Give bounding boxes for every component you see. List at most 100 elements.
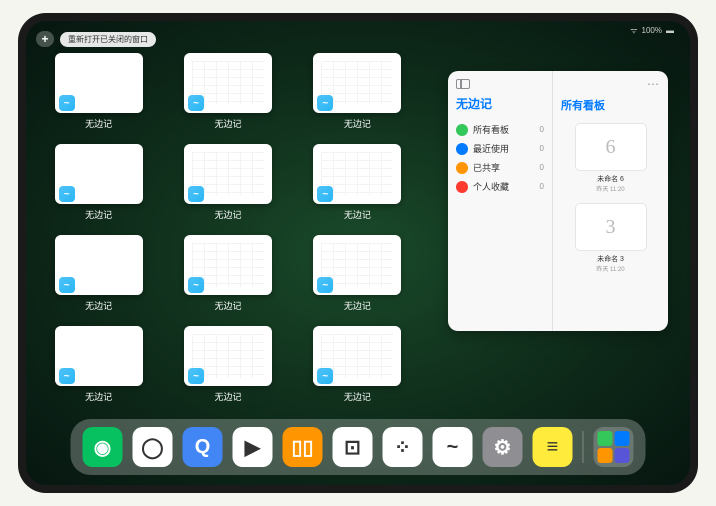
window-thumb[interactable]: 无边记 (177, 144, 278, 221)
window-preview[interactable] (184, 326, 272, 386)
category-icon (456, 143, 468, 155)
window-preview[interactable] (55, 235, 143, 295)
freeform-app-icon (188, 186, 204, 202)
freeform-app-icon (59, 186, 75, 202)
window-preview[interactable] (55, 326, 143, 386)
sidebar-item[interactable]: 最近使用 0 (456, 139, 544, 158)
battery-indicator: 100% (642, 26, 662, 35)
panel-content: 所有看板 6未命名 6昨天 11:203未命名 3昨天 11:20 (553, 71, 668, 331)
wechat-app-icon[interactable]: ◉ (83, 427, 123, 467)
reopen-window-button[interactable]: 重新打开已关闭的窗口 (60, 32, 156, 47)
category-icon (456, 162, 468, 174)
dock-divider (583, 431, 584, 463)
sidebar-toggle-icon[interactable] (456, 79, 470, 89)
board-preview: 6 (575, 123, 647, 171)
freeform-app-icon (317, 95, 333, 111)
settings-app-icon[interactable]: ⚙ (483, 427, 523, 467)
sidebar-item-label: 个人收藏 (473, 180, 509, 193)
category-icon (456, 124, 468, 136)
window-label: 无边记 (214, 390, 241, 403)
window-label: 无边记 (85, 117, 112, 130)
panel-title: 无边记 (456, 95, 544, 112)
freeform-panel[interactable]: ⋯ 无边记 所有看板0最近使用0已共享0个人收藏0 所有看板 6未命名 6昨天 … (448, 71, 668, 331)
window-preview[interactable] (313, 235, 401, 295)
app-switcher-grid: 无边记无边记无边记无边记无边记无边记无边记无边记无边记无边记无边记无边记 (48, 53, 408, 403)
board-label: 未命名 6 (561, 174, 660, 184)
sidebar-item-label: 最近使用 (473, 142, 509, 155)
window-label: 无边记 (214, 299, 241, 312)
sidebar-item[interactable]: 已共享 0 (456, 158, 544, 177)
quark-hd-app-icon[interactable]: ◯ (133, 427, 173, 467)
window-thumb[interactable]: 无边记 (177, 235, 278, 312)
play-app-icon[interactable]: ▶ (233, 427, 273, 467)
window-preview[interactable] (184, 53, 272, 113)
sidebar-item-count: 0 (540, 182, 544, 191)
board-timestamp: 昨天 11:20 (561, 264, 660, 273)
window-thumb[interactable]: 无边记 (48, 53, 149, 130)
window-preview[interactable] (313, 144, 401, 204)
window-thumb[interactable]: 无边记 (48, 144, 149, 221)
window-thumb[interactable]: 无边记 (307, 235, 408, 312)
sidebar-item-count: 0 (540, 163, 544, 172)
freeform-app-icon (59, 95, 75, 111)
window-thumb[interactable]: 无边记 (48, 326, 149, 403)
sidebar-item-count: 0 (540, 125, 544, 134)
freeform-app-icon (188, 368, 204, 384)
window-label: 无边记 (344, 299, 371, 312)
top-controls: + 重新打开已关闭的窗口 (36, 31, 156, 47)
board-item[interactable]: 3 未命名 3昨天 11:20 (561, 203, 660, 273)
window-label: 无边记 (85, 299, 112, 312)
board-preview: 3 (575, 203, 647, 251)
ipad-frame: ᯤ 100% ▬ + 重新打开已关闭的窗口 无边记无边记无边记无边记无边记无边记… (18, 13, 698, 493)
freeform-app-icon (188, 277, 204, 293)
freeform-app-icon (317, 368, 333, 384)
freeform-app-icon (188, 95, 204, 111)
add-button[interactable]: + (36, 31, 54, 47)
ipad-screen: ᯤ 100% ▬ + 重新打开已关闭的窗口 无边记无边记无边记无边记无边记无边记… (26, 21, 690, 485)
freeform-app-icon (59, 277, 75, 293)
category-icon (456, 181, 468, 193)
window-thumb[interactable]: 无边记 (307, 326, 408, 403)
sidebar-item-count: 0 (540, 144, 544, 153)
dock: ◉◯Q▶▯▯⊡⁘~⚙≡ (71, 419, 646, 475)
sidebar-item-label: 所有看板 (473, 123, 509, 136)
window-label: 无边记 (214, 208, 241, 221)
app-library-icon[interactable] (594, 427, 634, 467)
board-label: 未命名 3 (561, 254, 660, 264)
sidebar-item[interactable]: 所有看板 0 (456, 120, 544, 139)
window-thumb[interactable]: 无边记 (307, 53, 408, 130)
window-thumb[interactable]: 无边记 (48, 235, 149, 312)
freeform-app-icon (59, 368, 75, 384)
board-timestamp: 昨天 11:20 (561, 184, 660, 193)
window-preview[interactable] (184, 144, 272, 204)
status-bar: ᯤ 100% ▬ (630, 25, 674, 36)
board-item[interactable]: 6 未命名 6昨天 11:20 (561, 123, 660, 193)
sidebar-item[interactable]: 个人收藏 0 (456, 177, 544, 196)
window-label: 无边记 (214, 117, 241, 130)
more-icon[interactable]: ⋯ (647, 77, 660, 91)
sidebar-item-label: 已共享 (473, 161, 500, 174)
window-thumb[interactable]: 无边记 (177, 326, 278, 403)
notes-app-icon[interactable]: ≡ (533, 427, 573, 467)
window-preview[interactable] (55, 144, 143, 204)
dots-app-icon[interactable]: ⁘ (383, 427, 423, 467)
window-label: 无边记 (85, 208, 112, 221)
dice-app-icon[interactable]: ⊡ (333, 427, 373, 467)
window-thumb[interactable]: 无边记 (177, 53, 278, 130)
battery-icon: ▬ (666, 26, 674, 35)
window-preview[interactable] (313, 326, 401, 386)
window-thumb[interactable]: 无边记 (307, 144, 408, 221)
window-label: 无边记 (85, 390, 112, 403)
wifi-icon: ᯤ (630, 25, 637, 36)
window-preview[interactable] (55, 53, 143, 113)
window-label: 无边记 (344, 390, 371, 403)
window-preview[interactable] (184, 235, 272, 295)
freeform-app-icon[interactable]: ~ (433, 427, 473, 467)
quark-app-icon[interactable]: Q (183, 427, 223, 467)
freeform-app-icon (317, 277, 333, 293)
books-app-icon[interactable]: ▯▯ (283, 427, 323, 467)
content-title: 所有看板 (561, 97, 660, 113)
window-label: 无边记 (344, 208, 371, 221)
window-preview[interactable] (313, 53, 401, 113)
panel-sidebar: 无边记 所有看板 0 最近使用 0 已共享 0 个人收藏 0 (448, 71, 553, 331)
